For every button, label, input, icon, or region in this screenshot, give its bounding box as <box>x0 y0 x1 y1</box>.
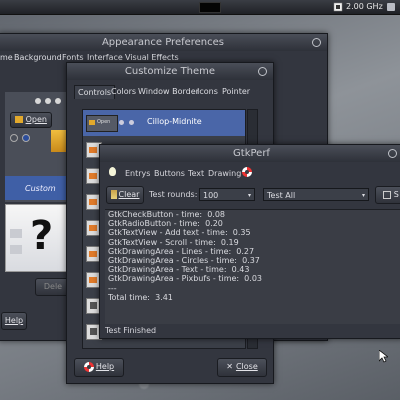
close-icon: ✕ <box>226 362 233 371</box>
broom-icon <box>110 190 117 199</box>
log-line: GtkDrawingArea - Lines - time: 0.27 <box>108 246 255 256</box>
window-title: Customize Theme <box>124 66 216 77</box>
theme-custom-label: Custom <box>25 184 56 193</box>
panel-menu-button[interactable] <box>387 3 395 11</box>
preview-open-button: Open <box>10 112 52 128</box>
log-line: GtkDrawingArea - Pixbufs - time: 0.03 <box>108 274 262 284</box>
theme-preview[interactable]: Open Custom <box>5 92 73 202</box>
toolbar-buttons[interactable]: Buttons <box>154 169 185 178</box>
tab-background[interactable]: Background <box>14 52 62 64</box>
rounds-input[interactable]: 100 ▾ <box>199 188 255 201</box>
log-line: Total time: 3.41 <box>108 292 173 302</box>
log-line: GtkTextView - Scroll - time: 0.19 <box>108 237 239 247</box>
start-button[interactable]: S <box>375 186 400 204</box>
lightbulb-icon[interactable] <box>109 167 116 176</box>
question-mark: ? <box>30 213 54 259</box>
toolbar-text[interactable]: Text <box>188 169 204 178</box>
tab-controls[interactable]: Controls <box>74 85 116 99</box>
chevron-down-icon: ▾ <box>361 192 365 199</box>
customize-help-button[interactable]: Help <box>74 358 124 377</box>
tab-theme[interactable]: me <box>0 52 13 64</box>
mouse-pointer <box>379 350 388 363</box>
log-line: GtkRadioButton - time: 0.20 <box>108 219 223 229</box>
tab-colors[interactable]: Colors <box>111 85 136 98</box>
cpu-frequency-icon <box>333 2 343 12</box>
theme-name: Cillop-Midnite <box>147 117 202 126</box>
log-line: GtkDrawingArea - Circles - time: 0.37 <box>108 255 260 265</box>
tab-window-border[interactable]: Window Border <box>138 85 199 98</box>
start-icon <box>383 190 392 199</box>
tab-pointer[interactable]: Pointer <box>222 85 250 98</box>
close-icon[interactable] <box>258 67 267 76</box>
chevron-down-icon: ▾ <box>247 192 251 199</box>
log-line: GtkDrawingArea - Text - time: 0.43 <box>108 265 250 275</box>
gtkperf-titlebar: GtkPerf <box>100 145 400 162</box>
clear-button[interactable]: Clear <box>106 186 144 204</box>
close-icon[interactable] <box>388 149 397 158</box>
toolbar-drawing[interactable]: Drawing <box>208 169 241 178</box>
cpu-frequency: 2.00 GHz <box>346 2 383 11</box>
customize-titlebar: Customize Theme <box>67 63 273 80</box>
close-icon[interactable] <box>312 38 321 47</box>
theme-thumbnail: Open <box>86 115 118 132</box>
help-icon[interactable] <box>242 167 252 177</box>
tab-icons[interactable]: Icons <box>197 85 218 98</box>
status-text: Test Finished <box>105 326 157 335</box>
log-line: --- <box>108 283 117 293</box>
log-line: GtkTextView - Add text - time: 0.35 <box>108 228 251 238</box>
rounds-label: Test rounds: <box>149 190 198 199</box>
results-log[interactable]: GtkCheckButton - time: 0.08 GtkRadioButt… <box>105 209 400 324</box>
panel-window-button[interactable] <box>199 2 221 13</box>
list-item[interactable]: Open Cillop-Midnite <box>83 110 245 136</box>
toolbar-entrys[interactable]: Entrys <box>125 169 150 178</box>
folder-icon <box>15 116 24 123</box>
appearance-titlebar: Appearance Preferences <box>0 34 327 51</box>
help-icon <box>83 361 94 372</box>
appearance-help-button[interactable]: Help <box>1 312 27 330</box>
test-select[interactable]: Test All ▾ <box>263 188 369 201</box>
window-title: GtkPerf <box>233 148 270 159</box>
window-title: Appearance Preferences <box>101 37 225 48</box>
log-line: GtkCheckButton - time: 0.08 <box>108 210 226 219</box>
close-button[interactable]: ✕ Close <box>217 358 267 377</box>
theme-preview-unknown[interactable]: ? <box>5 204 73 272</box>
top-panel: 2.00 GHz <box>0 0 400 15</box>
